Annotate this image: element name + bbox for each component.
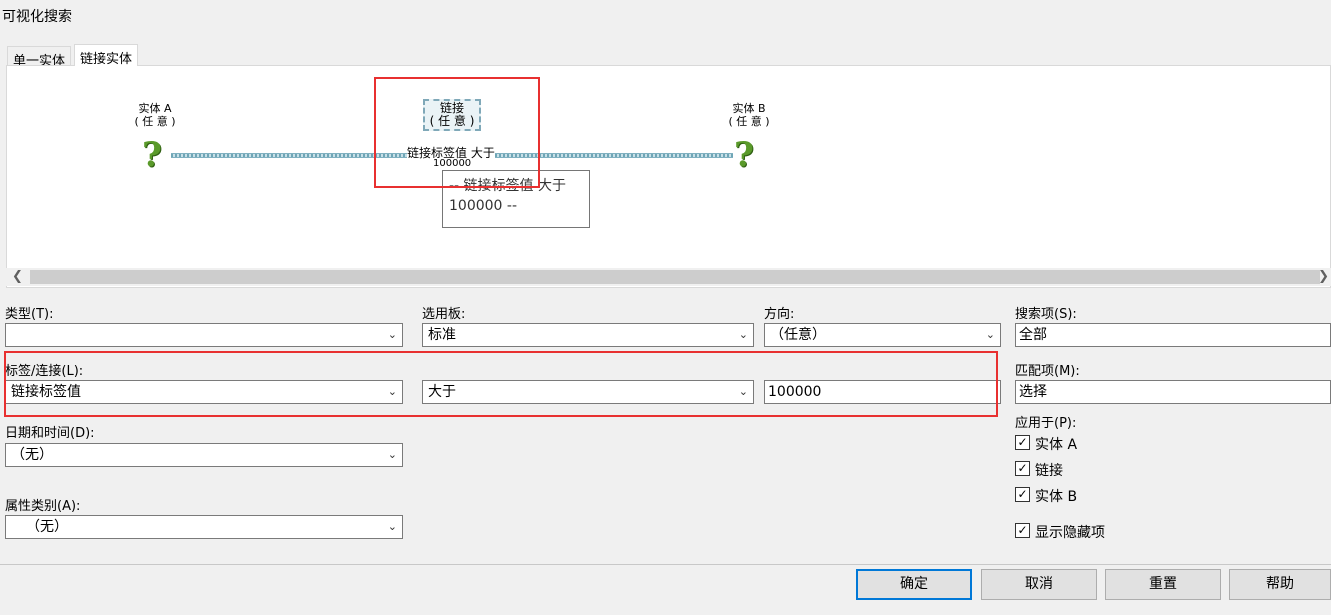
direction-label: 方向:	[764, 307, 795, 322]
match-label: 匹配项(M):	[1015, 364, 1080, 379]
window-title: 可视化搜索	[2, 9, 72, 25]
date-label: 日期和时间(D):	[5, 426, 95, 441]
scroll-right-icon[interactable]: ❯	[1318, 268, 1329, 286]
tab-linked-entity[interactable]: 链接实体	[74, 44, 139, 67]
help-button[interactable]: 帮助	[1229, 569, 1331, 600]
criteria-value-input[interactable]: 100000	[764, 380, 1001, 404]
entity-a-name: 实体 A	[138, 102, 172, 115]
link-tooltip: -- 链接标签值 大于 100000 --	[442, 170, 590, 228]
ok-button[interactable]: 确定	[856, 569, 972, 600]
tooltip-line-2: 100000 --	[449, 198, 517, 214]
entity-b-label[interactable]: 实体 B ( 任 意 )	[717, 102, 781, 128]
apply-entity-a-checkbox[interactable]: ✓	[1015, 435, 1030, 450]
entity-a-question-icon[interactable]: ?	[142, 138, 162, 172]
palette-value: 标准	[428, 327, 456, 343]
diagram-canvas: 实体 A ( 任 意 ) ? 链接 ( 任 意 ) 链接标签值 大于 10000…	[6, 65, 1331, 288]
tag-link-value: 链接标签值	[11, 384, 81, 400]
chevron-down-icon: ⌄	[738, 328, 748, 341]
chevron-down-icon: ⌄	[387, 448, 397, 461]
entity-b-question-icon[interactable]: ?	[734, 138, 754, 172]
apply-entity-a-label: 实体 A	[1035, 437, 1078, 453]
show-hidden-checkbox[interactable]: ✓	[1015, 523, 1030, 538]
entity-a-label[interactable]: 实体 A ( 任 意 )	[123, 102, 187, 128]
link-sub: ( 任 意 )	[429, 114, 475, 128]
date-select[interactable]: （无） ⌄	[5, 443, 403, 467]
attr-value: （无）	[26, 519, 68, 535]
apply-link-checkbox[interactable]: ✓	[1015, 461, 1030, 476]
date-value: （无）	[11, 447, 53, 463]
search-items-label: 搜索项(S):	[1015, 307, 1077, 322]
apply-label: 应用于(P):	[1015, 416, 1077, 431]
entity-b-name: 实体 B	[732, 102, 766, 115]
tab-single-entity[interactable]: 单一实体	[7, 46, 72, 69]
chevron-down-icon: ⌄	[387, 520, 397, 533]
chevron-down-icon: ⌄	[387, 385, 397, 398]
cancel-button[interactable]: 取消	[981, 569, 1097, 600]
type-label: 类型(T):	[5, 307, 54, 322]
direction-select[interactable]: （任意） ⌄	[764, 323, 1001, 347]
palette-label: 选用板:	[422, 307, 466, 322]
apply-link-label: 链接	[1035, 463, 1063, 479]
match-select[interactable]: 选择	[1015, 380, 1331, 404]
link-criteria-value: 100000	[433, 158, 472, 169]
footer-separator	[0, 564, 1331, 565]
scroll-left-icon[interactable]: ❮	[12, 268, 23, 286]
palette-select[interactable]: 标准 ⌄	[422, 323, 754, 347]
scrollbar-thumb[interactable]	[30, 270, 1320, 284]
operator-select[interactable]: 大于 ⌄	[422, 380, 754, 404]
tag-link-label: 标签/连接(L):	[5, 364, 84, 379]
chevron-down-icon: ⌄	[985, 328, 995, 341]
attr-select[interactable]: （无） ⌄	[5, 515, 403, 539]
horizontal-scrollbar[interactable]: ❮ ❯	[6, 268, 1331, 286]
show-hidden-label: 显示隐藏项	[1035, 525, 1105, 541]
chevron-down-icon: ⌄	[387, 328, 397, 341]
search-items-select[interactable]: 全部	[1015, 323, 1331, 347]
tag-link-select[interactable]: 链接标签值 ⌄	[5, 380, 403, 404]
entity-b-sub: ( 任 意 )	[728, 115, 770, 128]
tooltip-line-1: -- 链接标签值 大于	[449, 178, 567, 194]
link-node[interactable]: 链接 ( 任 意 )	[423, 99, 481, 131]
reset-button[interactable]: 重置	[1105, 569, 1221, 600]
chevron-down-icon: ⌄	[738, 385, 748, 398]
visual-search-dialog: 可视化搜索 单一实体 链接实体 实体 A ( 任 意 ) ? 链接 ( 任 意 …	[0, 0, 1331, 615]
type-select[interactable]: ⌄	[5, 323, 403, 347]
attr-label: 属性类别(A):	[5, 499, 81, 514]
direction-value: （任意）	[770, 327, 826, 343]
apply-entity-b-checkbox[interactable]: ✓	[1015, 487, 1030, 502]
operator-value: 大于	[428, 384, 456, 400]
apply-entity-b-label: 实体 B	[1035, 489, 1078, 505]
entity-a-sub: ( 任 意 )	[134, 115, 176, 128]
